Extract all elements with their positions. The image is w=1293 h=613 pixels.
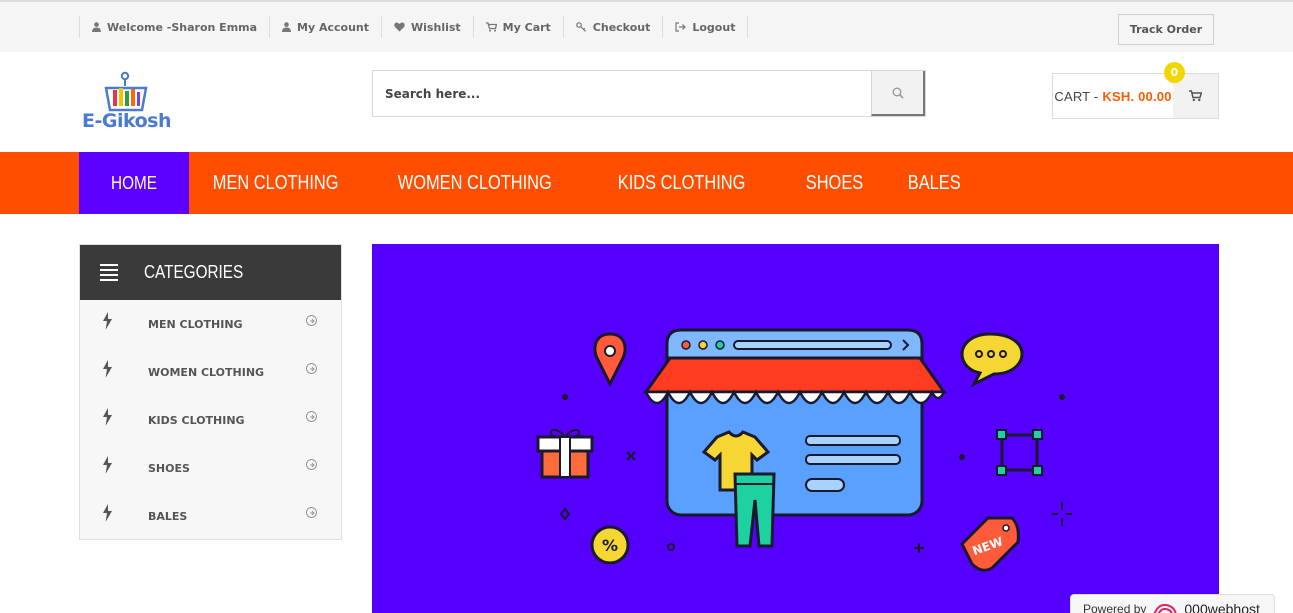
header-cart[interactable]: CART - KSH. 00.00 bbox=[1052, 73, 1219, 119]
cart-label: CART - bbox=[1054, 88, 1099, 104]
circle-arrow-icon bbox=[306, 411, 317, 422]
circle-arrow-icon bbox=[306, 507, 317, 518]
my-cart-link[interactable]: My Cart bbox=[472, 16, 563, 38]
circle-arrow-icon bbox=[306, 363, 317, 374]
top-bar: Welcome -Sharon Emma My Account Wishlist… bbox=[0, 0, 1293, 52]
my-account-link[interactable]: My Account bbox=[269, 16, 381, 38]
welcome-link[interactable]: Welcome -Sharon Emma bbox=[79, 16, 269, 38]
logout-label: Logout bbox=[692, 20, 736, 34]
page: Welcome -Sharon Emma My Account Wishlist… bbox=[0, 0, 1293, 613]
bolt-icon bbox=[103, 504, 112, 522]
search-bar bbox=[372, 70, 926, 117]
cart-summary: CART - KSH. 00.00 bbox=[1053, 74, 1173, 118]
category-item-women-clothing[interactable]: WOMEN CLOTHING bbox=[80, 348, 341, 396]
cart-amount: KSH. 00.00 bbox=[1102, 88, 1172, 104]
track-order-button[interactable]: Track Order bbox=[1118, 14, 1214, 45]
bolt-icon bbox=[103, 360, 112, 378]
user-icon bbox=[92, 22, 101, 32]
nav-bales[interactable]: BALES bbox=[884, 152, 984, 214]
store-window-icon bbox=[643, 328, 947, 548]
category-label: MEN CLOTHING bbox=[148, 317, 243, 331]
cart-count-badge: 0 bbox=[1164, 62, 1185, 83]
nav-items: HOME MEN CLOTHING WOMEN CLOTHING KIDS CL… bbox=[79, 152, 980, 214]
nav-shoes[interactable]: SHOES bbox=[782, 152, 887, 214]
online-store-illustration: % NEW bbox=[536, 328, 1072, 572]
circle-arrow-icon bbox=[306, 459, 317, 470]
wishlist-label: Wishlist bbox=[411, 20, 461, 34]
key-icon bbox=[575, 22, 586, 32]
my-cart-label: My Cart bbox=[502, 20, 551, 34]
main-nav: HOME MEN CLOTHING WOMEN CLOTHING KIDS CL… bbox=[0, 152, 1293, 214]
search-button[interactable] bbox=[871, 71, 925, 116]
powered-by-label: Powered by bbox=[1083, 602, 1147, 613]
bolt-icon bbox=[103, 408, 112, 426]
categories-sidebar: CATEGORIES MEN CLOTHING WOMEN CLOTHING K… bbox=[79, 244, 342, 540]
nav-home[interactable]: HOME bbox=[79, 152, 189, 214]
cart-icon bbox=[1189, 90, 1202, 102]
heart-icon bbox=[394, 22, 405, 32]
percent-badge-icon: % bbox=[590, 525, 630, 565]
category-item-men-clothing[interactable]: MEN CLOTHING bbox=[80, 300, 341, 348]
selection-frame-icon bbox=[996, 429, 1043, 476]
logout-icon bbox=[675, 22, 687, 32]
category-item-kids-clothing[interactable]: KIDS CLOTHING bbox=[80, 396, 341, 444]
map-pin-icon bbox=[593, 332, 627, 388]
welcome-label: Welcome -Sharon Emma bbox=[107, 20, 258, 34]
category-label: WOMEN CLOTHING bbox=[148, 365, 265, 379]
checkout-link[interactable]: Checkout bbox=[562, 16, 663, 38]
category-label: KIDS CLOTHING bbox=[148, 413, 245, 427]
gift-box-icon bbox=[536, 428, 594, 479]
powered-by-badge[interactable]: Powered by 000webhost bbox=[1070, 594, 1275, 613]
category-label: BALES bbox=[148, 509, 188, 523]
nav-men-clothing[interactable]: MEN CLOTHING bbox=[189, 152, 362, 214]
bolt-icon bbox=[103, 456, 112, 474]
nav-women-clothing[interactable]: WOMEN CLOTHING bbox=[374, 152, 576, 214]
circle-arrow-icon bbox=[306, 315, 317, 326]
basket-logo-icon bbox=[104, 71, 148, 112]
cart-icon bbox=[485, 22, 497, 32]
site-logo[interactable]: E-Gikosh bbox=[82, 70, 182, 134]
category-label: SHOES bbox=[148, 461, 190, 475]
checkout-label: Checkout bbox=[592, 20, 651, 34]
powered-by-brand: 000webhost bbox=[1184, 601, 1260, 613]
wishlist-link[interactable]: Wishlist bbox=[381, 16, 473, 38]
categories-header[interactable]: CATEGORIES bbox=[80, 245, 341, 300]
my-account-label: My Account bbox=[297, 20, 370, 34]
hero-banner[interactable]: % NEW bbox=[372, 244, 1219, 613]
categories-title: CATEGORIES bbox=[144, 262, 244, 282]
chat-bubble-icon bbox=[960, 332, 1024, 388]
bolt-icon bbox=[103, 312, 112, 330]
webhost-logo-icon bbox=[1154, 603, 1178, 613]
search-input[interactable] bbox=[373, 71, 871, 116]
nav-kids-clothing[interactable]: KIDS CLOTHING bbox=[594, 152, 769, 214]
category-item-shoes[interactable]: SHOES bbox=[80, 444, 341, 492]
percent-text: % bbox=[602, 536, 618, 555]
logo-text: E-Gikosh bbox=[82, 110, 172, 132]
top-links: Welcome -Sharon Emma My Account Wishlist… bbox=[79, 16, 749, 38]
nav-home-label: HOME bbox=[111, 172, 157, 193]
user-icon bbox=[282, 22, 292, 32]
menu-icon bbox=[100, 264, 118, 281]
new-tag-icon: NEW bbox=[960, 516, 1020, 572]
category-item-bales[interactable]: BALES bbox=[80, 492, 341, 540]
search-icon bbox=[892, 87, 904, 99]
logout-link[interactable]: Logout bbox=[662, 16, 749, 38]
